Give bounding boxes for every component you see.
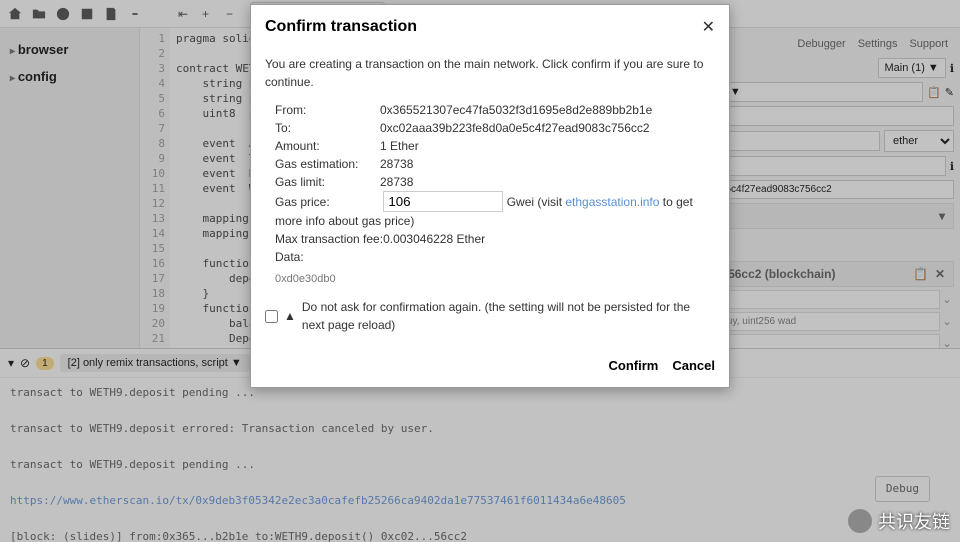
- cancel-button[interactable]: Cancel: [672, 358, 715, 373]
- tx-amount: 1 Ether: [380, 139, 419, 153]
- tx-maxfee: 0.003046228 Ether: [383, 232, 485, 246]
- tx-data: 0xd0e30db0: [275, 266, 715, 294]
- ethgasstation-link[interactable]: ethgasstation.info: [565, 195, 659, 209]
- gas-price-input[interactable]: [383, 191, 503, 212]
- modal-title: Confirm transaction: [265, 18, 417, 36]
- warning-icon: ▲: [284, 307, 296, 325]
- skip-confirm-checkbox[interactable]: [265, 310, 278, 323]
- confirm-transaction-modal: Confirm transaction ✕ You are creating a…: [250, 4, 730, 388]
- tx-gaslim: 28738: [380, 175, 413, 189]
- skip-confirm-label: Do not ask for confirmation again. (the …: [302, 298, 715, 334]
- modal-intro: You are creating a transaction on the ma…: [265, 55, 715, 91]
- tx-gasest: 28738: [380, 157, 413, 171]
- close-icon[interactable]: ✕: [702, 17, 715, 37]
- confirm-button[interactable]: Confirm: [609, 358, 659, 373]
- tx-to: 0xc02aaa39b223fe8d0a0e5c4f27ead9083c756c…: [380, 121, 650, 135]
- tx-from: 0x365521307ec47fa5032f3d1695e8d2e889bb2b…: [380, 103, 652, 117]
